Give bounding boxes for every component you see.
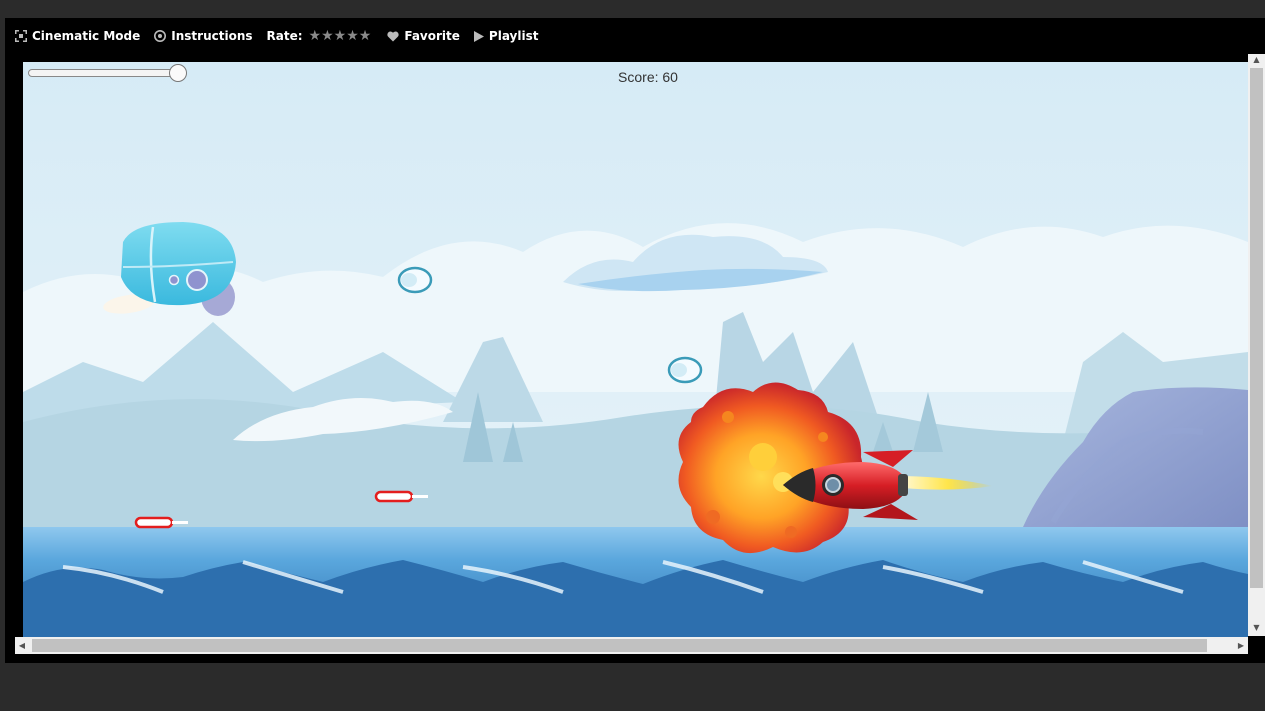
horizontal-scrollbar[interactable]: ◀ ▶ (15, 637, 1248, 654)
star-icon-1[interactable]: ★ (309, 29, 322, 43)
scroll-up-arrow-icon[interactable]: ▲ (1248, 54, 1265, 66)
score-display: Score: 60 (618, 69, 678, 85)
scroll-left-arrow-icon[interactable]: ◀ (15, 637, 29, 654)
rate-control: Rate: ★ ★ ★ ★ ★ (267, 29, 372, 43)
star-icon-3[interactable]: ★ (334, 29, 347, 43)
playlist-label: Playlist (488, 29, 539, 43)
rating-stars: ★ ★ ★ ★ ★ (309, 29, 372, 43)
game-toolbar: Cinematic Mode Instructions Rate: ★ ★ ★ … (5, 18, 1265, 54)
volume-slider-track[interactable] (28, 69, 180, 77)
heart-icon (387, 31, 399, 42)
favorite-label: Favorite (404, 29, 460, 43)
game-scene (23, 62, 1248, 637)
bubble-projectile (667, 356, 703, 384)
game-frame: Cinematic Mode Instructions Rate: ★ ★ ★ … (5, 18, 1265, 663)
vertical-scroll-thumb[interactable] (1250, 68, 1263, 588)
game-canvas[interactable]: Score: 60 (23, 62, 1248, 637)
instructions-button[interactable]: Instructions (154, 29, 253, 43)
scroll-down-arrow-icon[interactable]: ▼ (1248, 622, 1265, 634)
volume-slider-thumb[interactable] (169, 64, 187, 82)
instructions-icon (154, 30, 167, 42)
instructions-label: Instructions (171, 29, 253, 43)
rate-label: Rate: (266, 29, 303, 43)
scroll-right-arrow-icon[interactable]: ▶ (1234, 637, 1248, 654)
star-icon-5[interactable]: ★ (359, 29, 372, 43)
expand-icon (15, 30, 27, 42)
cinematic-mode-label: Cinematic Mode (32, 29, 141, 43)
play-icon (473, 30, 484, 42)
volume-slider[interactable] (28, 64, 188, 82)
horizontal-scroll-thumb[interactable] (32, 639, 1207, 652)
star-icon-2[interactable]: ★ (321, 29, 334, 43)
favorite-button[interactable]: Favorite (387, 29, 460, 43)
bubble-projectile (397, 266, 433, 294)
cinematic-mode-button[interactable]: Cinematic Mode (15, 29, 140, 43)
vertical-scrollbar[interactable]: ▲ ▼ (1248, 54, 1265, 636)
playlist-button[interactable]: Playlist (473, 29, 539, 43)
star-icon-4[interactable]: ★ (346, 29, 359, 43)
